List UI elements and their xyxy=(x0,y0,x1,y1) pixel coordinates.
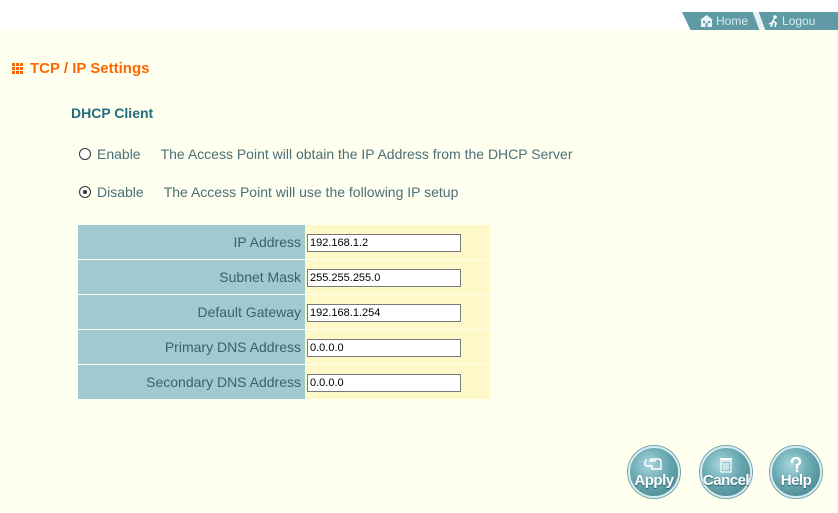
ip-address-input[interactable] xyxy=(307,233,461,252)
default-gateway-label: Default Gateway xyxy=(78,294,305,330)
dhcp-disable-radio[interactable] xyxy=(79,186,91,198)
subnet-mask-input[interactable] xyxy=(307,268,461,287)
dhcp-client-heading: DHCP Client xyxy=(71,105,154,121)
dhcp-enable-description: The Access Point will obtain the IP Addr… xyxy=(160,146,573,162)
help-label: Help xyxy=(780,472,812,489)
secondary-dns-row: Secondary DNS Address xyxy=(78,364,490,400)
cancel-button[interactable]: Cancel xyxy=(700,446,752,498)
default-gateway-row: Default Gateway xyxy=(78,294,490,330)
help-icon xyxy=(790,457,802,473)
ip-address-row: IP Address xyxy=(78,225,490,260)
title-grid-icon xyxy=(12,63,23,74)
primary-dns-row: Primary DNS Address xyxy=(78,329,490,365)
apply-label: Apply xyxy=(634,472,674,489)
home-label: Home xyxy=(716,14,749,28)
home-icon xyxy=(700,15,713,27)
topbar-separator xyxy=(752,12,766,30)
dhcp-disable-option[interactable]: Disable The Access Point will use the fo… xyxy=(79,184,458,200)
subnet-mask-label: Subnet Mask xyxy=(78,259,305,295)
primary-dns-label: Primary DNS Address xyxy=(78,329,305,365)
logout-label: Logou xyxy=(782,14,816,28)
logout-icon xyxy=(768,15,777,27)
page-title-text: TCP / IP Settings xyxy=(30,60,150,77)
logout-link[interactable]: Logou xyxy=(768,14,815,28)
dhcp-disable-description: The Access Point will use the following … xyxy=(163,184,459,200)
subnet-mask-row: Subnet Mask xyxy=(78,259,490,295)
apply-button[interactable]: Apply xyxy=(628,446,680,498)
secondary-dns-label: Secondary DNS Address xyxy=(78,364,305,400)
page-title: TCP / IP Settings xyxy=(12,60,149,77)
home-link[interactable]: Home xyxy=(700,14,748,28)
help-button[interactable]: Help xyxy=(770,446,822,498)
ip-settings-table: IP Address Subnet Mask Default Gateway P… xyxy=(78,225,490,400)
dhcp-enable-option[interactable]: Enable The Access Point will obtain the … xyxy=(79,146,573,162)
secondary-dns-input[interactable] xyxy=(307,373,461,392)
apply-icon xyxy=(644,458,662,470)
dhcp-enable-label: Enable xyxy=(97,146,141,162)
dhcp-disable-label: Disable xyxy=(97,184,144,200)
top-nav-bar: Home Logou xyxy=(682,12,838,30)
ip-address-label: IP Address xyxy=(78,225,305,260)
default-gateway-input[interactable] xyxy=(307,303,461,322)
dhcp-enable-radio[interactable] xyxy=(79,148,91,160)
primary-dns-input[interactable] xyxy=(307,338,461,357)
cancel-label: Cancel xyxy=(702,472,750,489)
cancel-icon xyxy=(720,458,732,473)
